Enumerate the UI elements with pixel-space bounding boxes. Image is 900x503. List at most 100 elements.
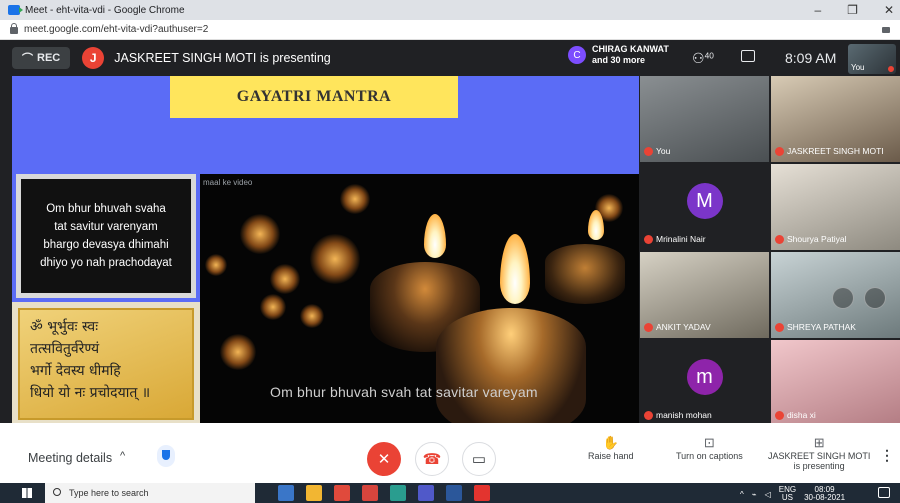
remove-icon[interactable] [864,287,886,309]
presenter-avatar: J [82,47,105,69]
muted-mic-icon [644,411,653,420]
mantra-english-card: Om bhur bhuvah svaha tat savitur varenya… [16,174,196,298]
camera-toggle-button[interactable]: ▭ [462,442,496,476]
meet-app: ⌒ REC J JASKREET SINGH MOTI is presentin… [0,40,900,463]
participant-name: disha xi [787,410,816,420]
volume-icon[interactable]: ◁ [765,490,771,499]
speaker-name: CHIRAG KANWAT [592,44,669,54]
mail-icon[interactable] [362,485,378,501]
lock-icon [10,23,18,34]
self-view-label: You [851,63,865,72]
system-tray: ^ ⌁ ◁ ENG US 08:09 30-08-2021 [740,486,845,502]
video-title: maal ke video [203,178,253,187]
slide-banner: GAYATRI MANTRA [170,76,458,118]
bokeh-light [205,254,227,276]
muted-mic-icon [775,323,784,332]
speaker-avatar: C [568,46,586,64]
search-placeholder: Type here to search [69,488,149,498]
meeting-clock: 8:09 AM [785,50,837,66]
network-icon[interactable]: ⌁ [752,490,757,499]
participant-name: Shourya Patiyal [787,234,847,244]
taskbar-search[interactable]: Type here to search [45,483,255,503]
candle-video[interactable]: maal ke video Om bhur bhuvah svah tat sa… [200,174,639,427]
present-status-line2: is presenting [793,461,845,471]
bokeh-light [260,294,286,320]
taskbar-clock[interactable]: 08:09 30-08-2021 [804,486,845,502]
present-status-button[interactable]: ⊞ JASKREET SINGH MOTI is presenting [768,435,870,471]
participant-tile[interactable]: JASKREET SINGH MOTI [771,76,900,162]
acrobat-icon[interactable] [474,485,490,501]
restore-button[interactable]: ❐ [847,3,858,17]
participant-name: SHREYA PATHAK [787,322,856,332]
participant-tile[interactable]: Shourya Patiyal [771,164,900,250]
pin-icon[interactable] [832,287,854,309]
participant-name: ANKIT YADAV [656,322,711,332]
participant-tile[interactable]: M Mrinalini Nair [640,164,769,250]
more-options-icon[interactable]: ⋮ [880,447,894,464]
muted-mic-icon [888,66,894,72]
edge-icon[interactable] [390,485,406,501]
people-count: 40 [704,50,714,61]
close-button[interactable]: ✕ [884,3,894,17]
address-bar[interactable]: meet.google.com/eht-vita-vdi?authuser=2 [0,20,900,40]
tray-chevron-icon[interactable]: ^ [740,490,744,499]
leave-call-button[interactable]: ☎ [415,442,449,476]
muted-mic-icon [775,147,784,156]
muted-mic-icon [775,411,784,420]
presenting-text: JASKREET SINGH MOTI is presenting [114,51,331,65]
participant-tile[interactable]: SHREYA PATHAK [771,252,900,338]
cast-icon[interactable] [882,27,890,33]
minimize-button[interactable]: – [814,3,821,17]
windows-start-icon[interactable] [22,488,32,498]
clock-date: 30-08-2021 [804,493,846,502]
speaker-more: and 30 more [592,55,646,65]
muted-mic-icon [775,235,784,244]
bokeh-light [300,304,324,328]
raise-hand-button[interactable]: ✋ Raise hand [588,435,634,461]
participant-avatar: M [686,183,723,219]
meet-favicon-icon [8,5,23,15]
present-status-line1: JASKREET SINGH MOTI [768,451,871,461]
presentation-stage: GAYATRI MANTRA Om bhur bhuvah svaha tat … [12,76,639,427]
participant-tile[interactable]: disha xi [771,340,900,426]
captions-label: Turn on captions [676,451,743,461]
meeting-details-button[interactable]: Meeting details [28,451,112,465]
recording-label: REC [37,52,61,64]
word-icon[interactable] [446,485,462,501]
active-speakers-chip[interactable]: C CHIRAG KANWAT and 30 more [568,44,669,66]
chevron-up-icon[interactable]: ^ [120,450,125,462]
notifications-icon[interactable] [878,487,890,498]
mic-toggle-button[interactable]: ✕ [367,442,401,476]
captions-icon: ⊡ [703,435,715,450]
raise-hand-label: Raise hand [588,451,634,461]
chat-icon[interactable] [741,50,755,62]
meet-topbar: ⌒ REC J JASKREET SINGH MOTI is presentin… [0,40,900,76]
people-button[interactable]: ⚇40 [692,50,714,67]
mantra-sanskrit-card: ॐ भूर्भुवः स्वः तत्सवितुर्वरेण्यं भर्गो … [12,302,200,426]
file-explorer-icon[interactable] [306,485,322,501]
language-region: US [781,493,793,502]
mantra-english-line: tat savitur varenyam [54,221,158,233]
host-controls-icon[interactable] [157,445,175,467]
recording-badge: ⌒ REC [12,47,71,69]
mantra-sanskrit-line: तत्सवितुर्वरेण्यं [30,341,100,357]
participant-name: You [656,146,671,156]
task-view-icon[interactable] [278,485,294,501]
camera-icon: ▭ [471,451,487,468]
participant-name: Mrinalini Nair [656,234,706,244]
bokeh-light [340,184,370,214]
participant-grid: You JASKREET SINGH MOTI M Mrinalini Nair… [640,76,900,427]
participant-tile[interactable]: You [640,76,769,162]
hand-icon: ✋ [602,435,619,450]
mantra-sanskrit-line: भर्गो देवस्य धीमहि [30,363,121,379]
captions-button[interactable]: ⊡ Turn on captions [676,435,743,461]
hangup-icon: ☎ [422,451,442,468]
chrome-icon[interactable] [334,485,350,501]
language-indicator[interactable]: ENG US [779,486,796,502]
teams-icon[interactable] [418,485,434,501]
muted-mic-icon [644,147,653,156]
participant-avatar: m [686,359,723,395]
participant-tile[interactable]: ANKIT YADAV [640,252,769,338]
participant-tile[interactable]: m manish mohan [640,340,769,426]
self-view-thumbnail[interactable]: You [848,44,896,74]
